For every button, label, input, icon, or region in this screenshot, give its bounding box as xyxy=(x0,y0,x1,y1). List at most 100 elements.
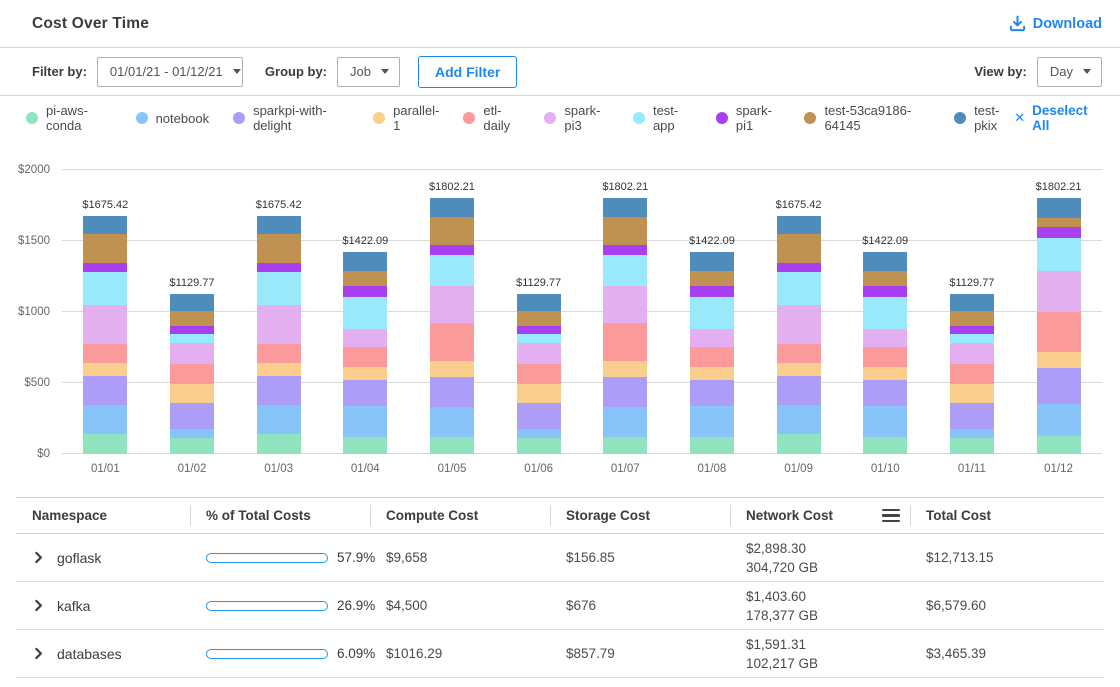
bar-segment-pi-aws-conda[interactable] xyxy=(690,437,734,454)
bar-segment-test-pkix[interactable] xyxy=(517,294,561,311)
legend-item-notebook[interactable]: notebook xyxy=(136,111,210,126)
bar-segment-spark-pi1[interactable] xyxy=(83,263,127,272)
legend-item-spark-pi1[interactable]: spark-pi1 xyxy=(716,103,781,133)
bar-segment-spark-pi3[interactable] xyxy=(1037,271,1081,312)
bar-segment-parallel-1[interactable] xyxy=(170,384,214,403)
bar-segment-notebook[interactable] xyxy=(343,406,387,437)
bar-segment-notebook[interactable] xyxy=(257,405,301,434)
view-by-select[interactable]: Day xyxy=(1037,57,1102,87)
column-header-network-cost[interactable]: Network Cost xyxy=(730,498,910,533)
bar-segment-test-53ca9186-64145[interactable] xyxy=(343,271,387,286)
legend-item-test-pkix[interactable]: test-pkix xyxy=(954,103,1014,133)
bar-segment-spark-pi1[interactable] xyxy=(1037,227,1081,237)
bar-segment-notebook[interactable] xyxy=(83,405,127,434)
bar-segment-spark-pi1[interactable] xyxy=(170,326,214,334)
bar-segment-spark-pi3[interactable] xyxy=(170,343,214,364)
bar-segment-parallel-1[interactable] xyxy=(257,363,301,376)
bar-segment-spark-pi3[interactable] xyxy=(777,305,821,345)
bar-segment-sparkpi-with-delight[interactable] xyxy=(777,376,821,404)
stacked-bar-01/02[interactable]: $1129.77 xyxy=(170,294,214,454)
add-filter-button[interactable]: Add Filter xyxy=(418,56,517,88)
bar-segment-spark-pi3[interactable] xyxy=(517,343,561,364)
bar-segment-parallel-1[interactable] xyxy=(690,367,734,380)
menu-icon[interactable] xyxy=(882,509,900,523)
bar-segment-sparkpi-with-delight[interactable] xyxy=(257,376,301,404)
bar-segment-parallel-1[interactable] xyxy=(950,384,994,403)
group-by-select[interactable]: Job xyxy=(337,57,400,87)
bar-segment-test-53ca9186-64145[interactable] xyxy=(430,217,474,245)
bar-segment-test-53ca9186-64145[interactable] xyxy=(257,234,301,263)
bar-segment-test-app[interactable] xyxy=(343,297,387,328)
bar-segment-sparkpi-with-delight[interactable] xyxy=(170,403,214,429)
bar-segment-sparkpi-with-delight[interactable] xyxy=(83,376,127,404)
bar-segment-test-app[interactable] xyxy=(1037,238,1081,272)
bar-segment-sparkpi-with-delight[interactable] xyxy=(863,380,907,406)
bar-segment-test-app[interactable] xyxy=(690,297,734,328)
bar-segment-test-pkix[interactable] xyxy=(777,216,821,234)
bar-segment-test-app[interactable] xyxy=(517,334,561,343)
bar-segment-sparkpi-with-delight[interactable] xyxy=(1037,368,1081,404)
bar-segment-spark-pi1[interactable] xyxy=(257,263,301,272)
bar-segment-test-pkix[interactable] xyxy=(690,252,734,271)
bar-segment-etl-daily[interactable] xyxy=(257,344,301,363)
bar-segment-pi-aws-conda[interactable] xyxy=(777,434,821,454)
stacked-bar-01/06[interactable]: $1129.77 xyxy=(517,294,561,454)
bar-segment-parallel-1[interactable] xyxy=(863,367,907,380)
legend-item-pi-aws-conda[interactable]: pi-aws-conda xyxy=(26,103,112,133)
legend-item-parallel-1[interactable]: parallel-1 xyxy=(373,103,439,133)
bar-segment-etl-daily[interactable] xyxy=(170,364,214,384)
bar-segment-test-pkix[interactable] xyxy=(1037,198,1081,218)
expand-row-button[interactable] xyxy=(32,599,45,612)
bar-segment-parallel-1[interactable] xyxy=(83,363,127,376)
stacked-bar-01/12[interactable]: $1802.21 xyxy=(1037,198,1081,454)
bar-segment-etl-daily[interactable] xyxy=(603,323,647,361)
bar-segment-spark-pi3[interactable] xyxy=(950,343,994,364)
legend-item-test-app[interactable]: test-app xyxy=(633,103,692,133)
stacked-bar-01/05[interactable]: $1802.21 xyxy=(430,198,474,454)
bar-segment-test-53ca9186-64145[interactable] xyxy=(603,217,647,245)
bar-segment-notebook[interactable] xyxy=(950,429,994,438)
bar-segment-spark-pi1[interactable] xyxy=(690,286,734,298)
bar-segment-sparkpi-with-delight[interactable] xyxy=(430,377,474,407)
bar-segment-test-pkix[interactable] xyxy=(950,294,994,311)
bar-segment-parallel-1[interactable] xyxy=(343,367,387,380)
deselect-all-button[interactable]: ✕ Deselect All xyxy=(1014,103,1100,133)
bar-segment-test-app[interactable] xyxy=(950,334,994,343)
bar-segment-pi-aws-conda[interactable] xyxy=(517,438,561,454)
column-header-compute-cost[interactable]: Compute Cost xyxy=(370,498,550,533)
bar-segment-etl-daily[interactable] xyxy=(950,364,994,384)
bar-segment-spark-pi1[interactable] xyxy=(863,286,907,298)
bar-segment-spark-pi1[interactable] xyxy=(777,263,821,272)
stacked-bar-01/01[interactable]: $1675.42 xyxy=(83,216,127,454)
bar-segment-etl-daily[interactable] xyxy=(343,347,387,368)
bar-segment-test-pkix[interactable] xyxy=(863,252,907,271)
bar-segment-spark-pi3[interactable] xyxy=(863,329,907,347)
bar-segment-pi-aws-conda[interactable] xyxy=(257,434,301,454)
expand-row-button[interactable] xyxy=(32,551,45,564)
stacked-bar-01/10[interactable]: $1422.09 xyxy=(863,252,907,454)
column-header-storage-cost[interactable]: Storage Cost xyxy=(550,498,730,533)
bar-segment-pi-aws-conda[interactable] xyxy=(170,438,214,454)
bar-segment-test-app[interactable] xyxy=(603,255,647,287)
bar-segment-spark-pi3[interactable] xyxy=(257,305,301,345)
stacked-bar-01/09[interactable]: $1675.42 xyxy=(777,216,821,454)
bar-segment-test-53ca9186-64145[interactable] xyxy=(690,271,734,286)
bar-segment-notebook[interactable] xyxy=(603,407,647,437)
bar-segment-test-53ca9186-64145[interactable] xyxy=(517,311,561,326)
legend-item-sparkpi-with-delight[interactable]: sparkpi-with-delight xyxy=(233,103,349,133)
bar-segment-etl-daily[interactable] xyxy=(430,323,474,361)
bar-segment-notebook[interactable] xyxy=(690,406,734,437)
bar-segment-notebook[interactable] xyxy=(1037,404,1081,436)
bar-segment-test-pkix[interactable] xyxy=(603,198,647,217)
bar-segment-test-pkix[interactable] xyxy=(430,198,474,217)
bar-segment-notebook[interactable] xyxy=(517,429,561,438)
bar-segment-pi-aws-conda[interactable] xyxy=(1037,436,1081,454)
stacked-bar-01/08[interactable]: $1422.09 xyxy=(690,252,734,454)
bar-segment-test-53ca9186-64145[interactable] xyxy=(863,271,907,286)
bar-segment-test-53ca9186-64145[interactable] xyxy=(777,234,821,263)
bar-segment-test-app[interactable] xyxy=(257,272,301,304)
legend-item-test-53ca9186-64145[interactable]: test-53ca9186-64145 xyxy=(804,103,930,133)
bar-segment-test-app[interactable] xyxy=(170,334,214,343)
bar-segment-spark-pi1[interactable] xyxy=(517,326,561,334)
stacked-bar-01/07[interactable]: $1802.21 xyxy=(603,198,647,454)
